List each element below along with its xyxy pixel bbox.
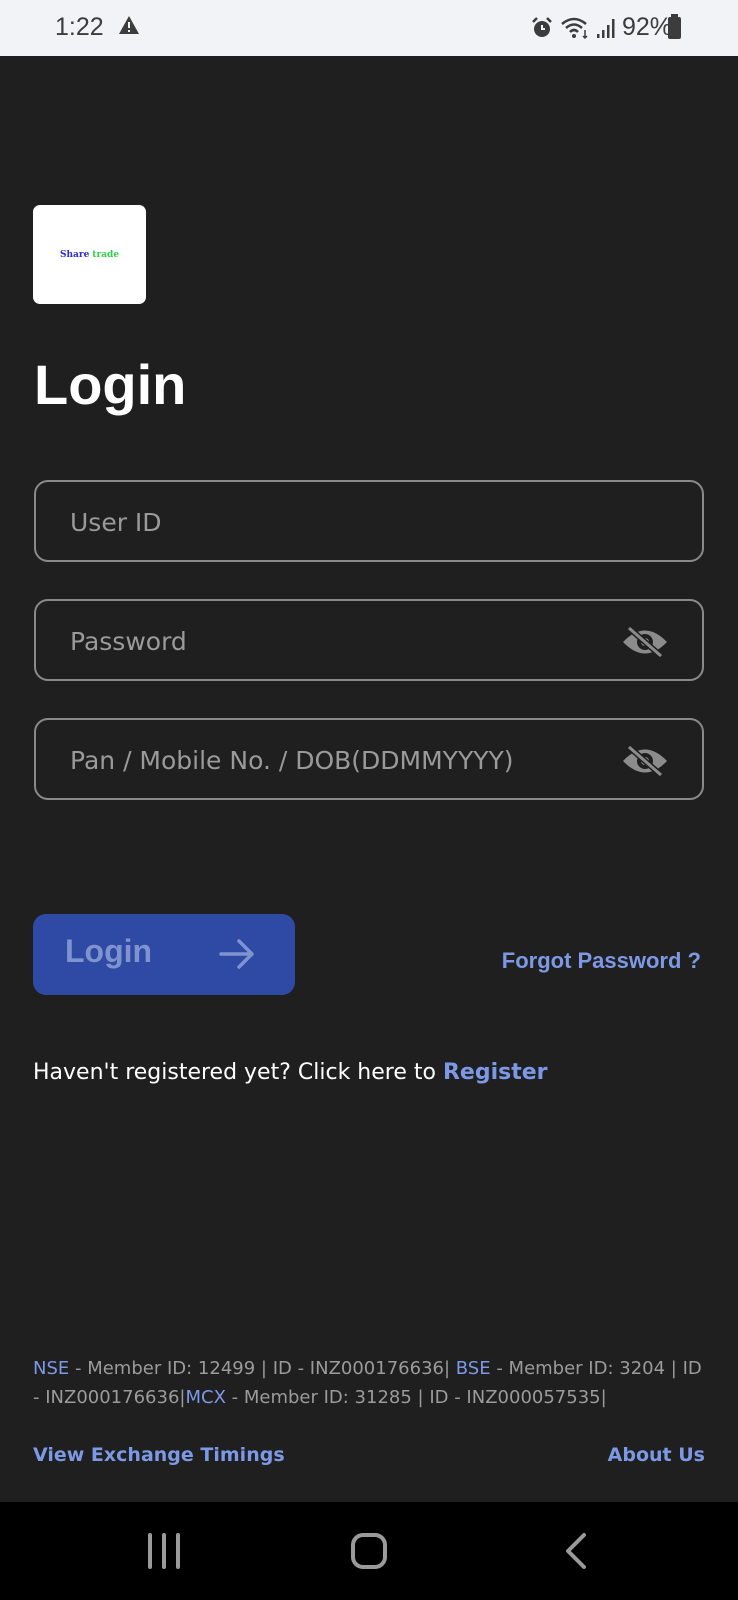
logo-text-trade: trade [92, 249, 120, 260]
status-icons: 92% [530, 13, 672, 42]
eye-off-icon[interactable] [620, 625, 670, 659]
register-prompt-text: Haven't registered yet? Click here to [33, 1060, 443, 1085]
logo-text-share: Share [59, 249, 90, 260]
warning-icon [118, 15, 140, 39]
battery-icon [668, 14, 681, 39]
signal-icon [596, 17, 616, 39]
user-id-field-container [34, 480, 704, 562]
member-details-nse: - Member ID: 12499 | ID - INZ000176636| [69, 1358, 456, 1379]
status-bar: 1:22 92% [0, 0, 738, 56]
exchange-name-nse: NSE [33, 1358, 70, 1379]
user-id-input[interactable] [68, 482, 632, 562]
wifi-icon [560, 16, 590, 40]
exchange-member-info: NSE - Member ID: 12499 | ID - INZ0001766… [33, 1354, 713, 1412]
battery-level: 92% [621, 13, 672, 41]
page-title: Login [34, 353, 187, 416]
login-button-label: Login [65, 933, 153, 969]
member-details-mcx: - Member ID: 31285 | ID - INZ000057535| [225, 1387, 607, 1408]
register-prompt: Haven't registered yet? Click here to Re… [33, 1060, 548, 1085]
view-exchange-timings-link[interactable]: View Exchange Timings [33, 1444, 285, 1466]
register-link[interactable]: Register [443, 1060, 548, 1085]
about-us-link[interactable]: About Us [608, 1444, 705, 1466]
exchange-name-bse: BSE [455, 1358, 491, 1379]
login-button[interactable]: Login [33, 914, 295, 995]
exchange-name-mcx: MCX [185, 1387, 226, 1408]
password-field-container [34, 599, 704, 681]
alarm-icon [530, 16, 554, 40]
status-time: 1:22 [55, 13, 104, 41]
system-nav-bar [0, 1502, 738, 1600]
recent-apps-icon[interactable] [145, 1532, 185, 1574]
app-logo: Share trade [33, 205, 146, 304]
forgot-password-link[interactable]: Forgot Password ? [502, 948, 701, 974]
home-icon[interactable] [350, 1532, 390, 1574]
back-icon[interactable] [562, 1532, 592, 1574]
pan-field-container [34, 718, 704, 800]
pan-mobile-dob-input[interactable] [68, 720, 632, 800]
password-input[interactable] [68, 601, 632, 681]
arrow-right-icon [219, 938, 255, 973]
eye-off-icon[interactable] [620, 744, 670, 778]
